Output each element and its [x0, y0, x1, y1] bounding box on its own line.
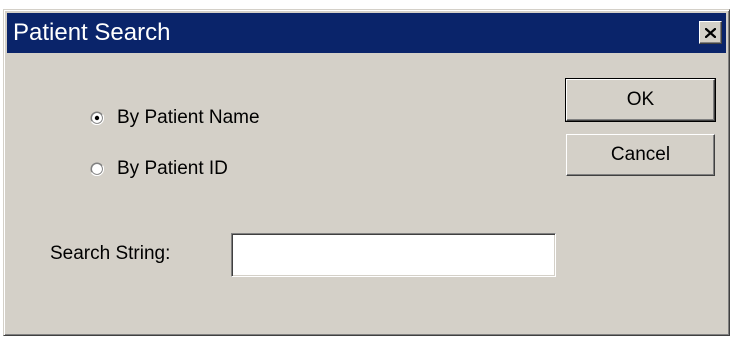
window-title: Patient Search: [13, 19, 171, 46]
close-icon: [705, 27, 716, 38]
ok-button[interactable]: OK: [565, 78, 716, 122]
radio-label-patient-name: By Patient Name: [117, 107, 260, 128]
search-string-label: Search String:: [50, 243, 171, 264]
patient-search-dialog: Patient Search By Patient Name By Patien…: [3, 9, 730, 336]
radio-button-patient-id[interactable]: [90, 162, 104, 176]
radio-label-patient-id: By Patient ID: [117, 158, 228, 179]
title-bar[interactable]: Patient Search: [7, 13, 726, 53]
search-string-input[interactable]: [231, 233, 556, 277]
radio-button-patient-name[interactable]: [90, 111, 104, 125]
radio-option-patient-id[interactable]: By Patient ID: [90, 158, 228, 180]
radio-option-patient-name[interactable]: By Patient Name: [90, 107, 260, 129]
cancel-button[interactable]: Cancel: [566, 134, 715, 176]
close-button[interactable]: [699, 21, 722, 44]
